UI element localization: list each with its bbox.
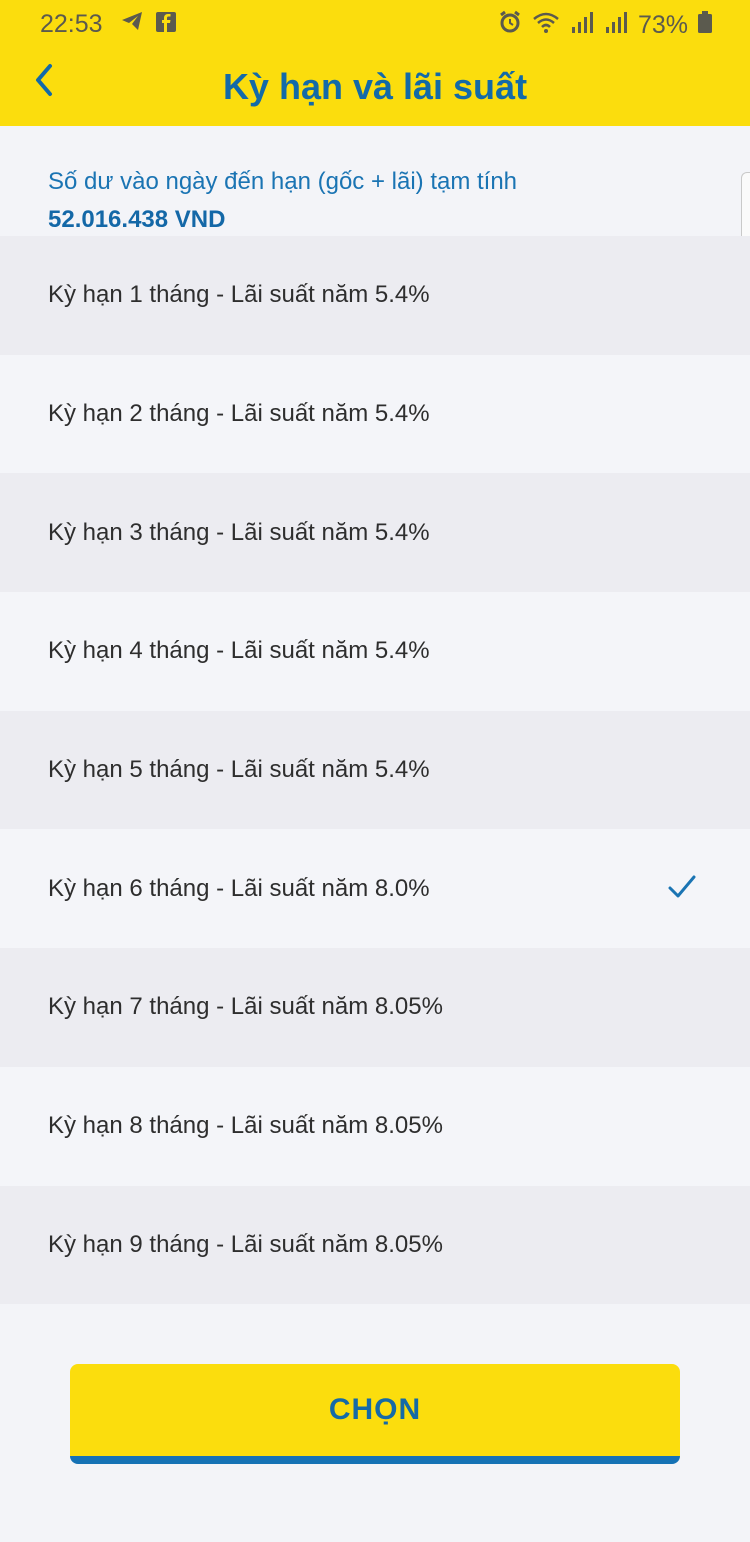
wifi-icon (532, 11, 560, 40)
maturity-balance-label: Số dư vào ngày đến hạn (gốc + lãi) tạm t… (48, 168, 518, 195)
maturity-summary: Số dư vào ngày đến hạn (gốc + lãi) tạm t… (0, 126, 750, 238)
term-option-5[interactable]: Kỳ hạn 5 tháng - Lãi suất năm 5.4% (0, 710, 750, 830)
term-option-label: Kỳ hạn 6 tháng - Lãi suất năm 8.0% (48, 874, 430, 902)
signal-icon (604, 11, 628, 40)
term-option-label: Kỳ hạn 7 tháng - Lãi suất năm 8.05% (48, 993, 443, 1021)
term-option-label: Kỳ hạn 8 tháng - Lãi suất năm 8.05% (48, 1112, 443, 1140)
signal-icon (570, 11, 594, 40)
choose-button[interactable]: CHỌN (70, 1364, 680, 1464)
choose-button-label: CHỌN (328, 1393, 422, 1426)
term-option-label: Kỳ hạn 5 tháng - Lãi suất năm 5.4% (48, 756, 430, 784)
term-option-9[interactable]: Kỳ hạn 9 tháng - Lãi suất năm 8.05% (0, 1185, 750, 1305)
battery-percent: 73% (637, 11, 688, 39)
app-header: Kỳ hạn và lãi suất (0, 48, 750, 126)
facebook-icon (156, 10, 176, 39)
term-option-label: Kỳ hạn 4 tháng - Lãi suất năm 5.4% (48, 637, 430, 665)
status-bar: 22:53 73% (0, 0, 750, 48)
term-option-4[interactable]: Kỳ hạn 4 tháng - Lãi suất năm 5.4% (0, 592, 750, 711)
term-option-3[interactable]: Kỳ hạn 3 tháng - Lãi suất năm 5.4% (0, 473, 750, 593)
battery-icon (698, 11, 712, 40)
term-list: Kỳ hạn 1 tháng - Lãi suất năm 5.4% Kỳ hạ… (0, 236, 750, 1305)
term-option-8[interactable]: Kỳ hạn 8 tháng - Lãi suất năm 8.05% (0, 1066, 750, 1186)
status-time: 22:53 (40, 10, 103, 38)
alarm-icon (498, 10, 522, 41)
term-option-6[interactable]: Kỳ hạn 6 tháng - Lãi suất năm 8.0% (0, 829, 750, 949)
term-option-label: Kỳ hạn 2 tháng - Lãi suất năm 5.4% (48, 400, 430, 428)
term-option-label: Kỳ hạn 1 tháng - Lãi suất năm 5.4% (48, 281, 430, 309)
term-option-7[interactable]: Kỳ hạn 7 tháng - Lãi suất năm 8.05% (0, 948, 750, 1067)
term-option-2[interactable]: Kỳ hạn 2 tháng - Lãi suất năm 5.4% (0, 354, 750, 474)
page-title: Kỳ hạn và lãi suất (222, 66, 528, 107)
telegram-icon (120, 10, 144, 39)
checkmark-icon (666, 871, 698, 903)
maturity-balance-amount: 52.016.438 VND (48, 206, 226, 233)
term-option-label: Kỳ hạn 9 tháng - Lãi suất năm 8.05% (48, 1230, 443, 1258)
term-option-label: Kỳ hạn 3 tháng - Lãi suất năm 5.4% (48, 518, 430, 546)
term-option-1[interactable]: Kỳ hạn 1 tháng - Lãi suất năm 5.4% (0, 236, 750, 355)
